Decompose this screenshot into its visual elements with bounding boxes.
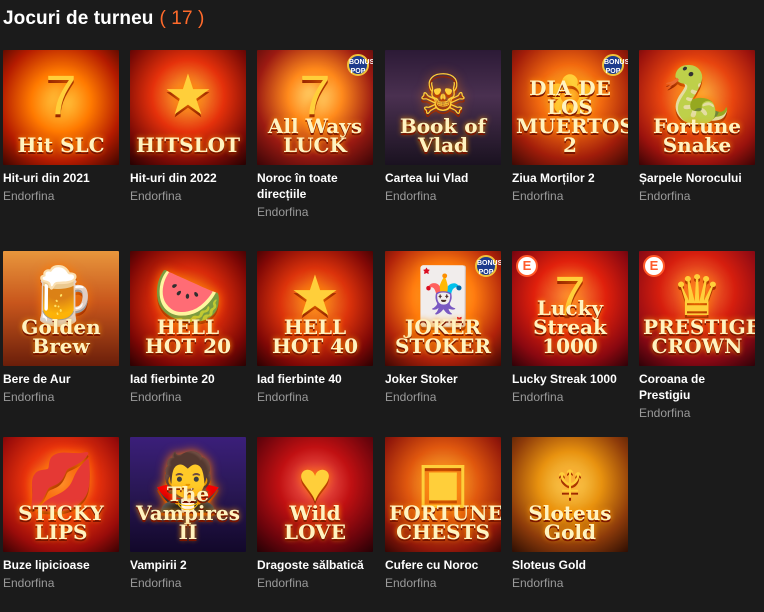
bonus-pop-badge: BONUS POP xyxy=(475,255,501,277)
game-thumbnail[interactable]: 🐍 Fortune Snake xyxy=(639,50,755,165)
game-thumbnail[interactable]: 🍺 Golden Brew xyxy=(3,251,119,366)
game-logo: Lucky Streak 1000 xyxy=(533,296,607,358)
game-provider: Endorfina xyxy=(257,205,309,219)
game-card[interactable]: 🃏 JOKER STOKER BONUS POP Joker Stoker Endorf… xyxy=(385,251,501,404)
game-provider: Endorfina xyxy=(257,390,309,404)
game-title[interactable]: Hit-uri din 2021 xyxy=(3,170,119,186)
provider-badge-icon: E xyxy=(643,255,665,277)
game-card[interactable]: ♥ Wild LOVE Dragoste sălbatică Endorfina xyxy=(257,437,373,590)
game-provider: Endorfina xyxy=(130,189,182,203)
game-title[interactable]: Sloteus Gold xyxy=(512,557,628,573)
game-provider: Endorfina xyxy=(512,576,564,590)
game-logo: Wild LOVE xyxy=(284,501,346,544)
game-thumbnail[interactable]: ♛ PRESTIGE CROWN E xyxy=(639,251,755,366)
game-title[interactable]: Hit-uri din 2022 xyxy=(130,170,246,186)
game-thumbnail[interactable]: ★ HITSLOT xyxy=(130,50,246,165)
game-thumbnail[interactable]: ▣ FORTUNE CHESTS xyxy=(385,437,501,552)
game-title[interactable]: Buze lipicioase xyxy=(3,557,119,573)
game-logo: HELL HOT 40 xyxy=(272,315,358,358)
game-thumbnail[interactable]: ✿ DIA DE LOS MUERTOS 2 BONUS POP xyxy=(512,50,628,165)
game-logo: The Vampires II xyxy=(136,482,240,544)
bonus-pop-badge: BONUS POP xyxy=(347,54,373,76)
game-card[interactable]: ☠ Book of Vlad Cartea lui Vlad Endorfina xyxy=(385,50,501,203)
game-provider: Endorfina xyxy=(130,390,182,404)
game-provider: Endorfina xyxy=(639,406,691,420)
game-card[interactable]: 🧛 The Vampires II Vampirii 2 Endorfina xyxy=(130,437,246,590)
game-provider: Endorfina xyxy=(3,576,55,590)
game-card[interactable]: 💋 STICKY LIPS Buze lipicioase Endorfina xyxy=(3,437,119,590)
game-card[interactable]: 7 All Ways LUCK BONUS POP Noroc în toate di… xyxy=(257,50,373,219)
game-provider: Endorfina xyxy=(3,390,55,404)
game-title[interactable]: Lucky Streak 1000 xyxy=(512,371,628,387)
game-logo: HELL HOT 20 xyxy=(145,315,231,358)
game-title[interactable]: Ziua Morților 2 xyxy=(512,170,628,186)
game-thumbnail[interactable]: 🍉 HELL HOT 20 xyxy=(130,251,246,366)
game-card[interactable]: 7 Hit SLC Hit-uri din 2021 Endorfina xyxy=(3,50,119,203)
game-card[interactable]: ★ HITSLOT Hit-uri din 2022 Endorfina xyxy=(130,50,246,203)
game-provider: Endorfina xyxy=(257,576,309,590)
game-thumbnail[interactable]: 7 All Ways LUCK BONUS POP xyxy=(257,50,373,165)
game-provider: Endorfina xyxy=(385,390,437,404)
game-logo: DIA DE LOS MUERTOS 2 xyxy=(516,76,628,157)
game-card[interactable]: ★ HELL HOT 40 Iad fierbinte 40 Endorfina xyxy=(257,251,373,404)
game-logo: STICKY LIPS xyxy=(18,501,104,544)
tournament-count: ( 17 ) xyxy=(159,8,205,29)
game-card[interactable]: ✿ DIA DE LOS MUERTOS 2 BONUS POP Ziua Morți… xyxy=(512,50,628,203)
game-card[interactable]: 🍺 Golden Brew Bere de Aur Endorfina xyxy=(3,251,119,404)
game-thumbnail[interactable]: ☠ Book of Vlad xyxy=(385,50,501,165)
game-card[interactable]: 7 Lucky Streak 1000 E Lucky Streak 1000 Endo… xyxy=(512,251,628,404)
game-logo: JOKER STOKER xyxy=(395,315,491,358)
game-logo: All Ways LUCK xyxy=(267,114,363,157)
game-title[interactable]: Vampirii 2 xyxy=(130,557,246,573)
game-thumbnail[interactable]: ★ HELL HOT 40 xyxy=(257,251,373,366)
game-card[interactable]: ♛ PRESTIGE CROWN E Coroana de Prestigiu Endo… xyxy=(639,251,755,420)
game-logo: Book of Vlad xyxy=(399,114,487,157)
game-title[interactable]: Joker Stoker xyxy=(385,371,501,387)
game-provider: Endorfina xyxy=(3,189,55,203)
game-logo: Golden Brew xyxy=(21,315,101,358)
game-card[interactable]: 🍉 HELL HOT 20 Iad fierbinte 20 Endorfina xyxy=(130,251,246,404)
game-title[interactable]: Iad fierbinte 20 xyxy=(130,371,246,387)
game-title[interactable]: Cartea lui Vlad xyxy=(385,170,501,186)
provider-badge-icon: E xyxy=(516,255,538,277)
game-thumbnail[interactable]: ♥ Wild LOVE xyxy=(257,437,373,552)
game-thumbnail[interactable]: 7 Hit SLC xyxy=(3,50,119,165)
game-logo: FORTUNE CHESTS xyxy=(389,501,501,544)
section-header: Jocuri de turneu( 17 ) xyxy=(3,8,204,30)
bonus-pop-badge: BONUS POP xyxy=(602,54,628,76)
game-provider: Endorfina xyxy=(512,189,564,203)
game-provider: Endorfina xyxy=(639,189,691,203)
game-emblem-icon: 7 xyxy=(45,63,77,126)
game-title[interactable]: Cufere cu Noroc xyxy=(385,557,501,573)
game-title[interactable]: Dragoste sălbatică xyxy=(257,557,373,573)
game-thumbnail[interactable]: ♆ Sloteus Gold xyxy=(512,437,628,552)
game-thumbnail[interactable]: 🃏 JOKER STOKER BONUS POP xyxy=(385,251,501,366)
game-logo: Fortune Snake xyxy=(652,114,742,157)
game-logo: Hit SLC xyxy=(17,133,105,157)
section-title: Jocuri de turneu xyxy=(3,8,154,29)
game-logo: PRESTIGE CROWN xyxy=(643,315,755,358)
game-provider: Endorfina xyxy=(385,189,437,203)
game-provider: Endorfina xyxy=(385,576,437,590)
game-thumbnail[interactable]: 💋 STICKY LIPS xyxy=(3,437,119,552)
game-thumbnail[interactable]: 🧛 The Vampires II xyxy=(130,437,246,552)
game-emblem-icon: ★ xyxy=(162,63,214,126)
game-title[interactable]: Iad fierbinte 40 xyxy=(257,371,373,387)
game-card[interactable]: ▣ FORTUNE CHESTS Cufere cu Noroc Endorfina xyxy=(385,437,501,590)
game-provider: Endorfina xyxy=(512,390,564,404)
game-title[interactable]: Bere de Aur xyxy=(3,371,119,387)
game-card[interactable]: ♆ Sloteus Gold Sloteus Gold Endorfina xyxy=(512,437,628,590)
game-title[interactable]: Șarpele Norocului xyxy=(639,170,755,186)
game-provider: Endorfina xyxy=(130,576,182,590)
game-logo: Sloteus Gold xyxy=(528,501,612,544)
game-card[interactable]: 🐍 Fortune Snake Șarpele Norocului Endorfina xyxy=(639,50,755,203)
game-thumbnail[interactable]: 7 Lucky Streak 1000 E xyxy=(512,251,628,366)
game-title[interactable]: Noroc în toate direcțiile xyxy=(257,170,373,202)
game-logo: HITSLOT xyxy=(136,133,240,157)
game-title[interactable]: Coroana de Prestigiu xyxy=(639,371,755,403)
